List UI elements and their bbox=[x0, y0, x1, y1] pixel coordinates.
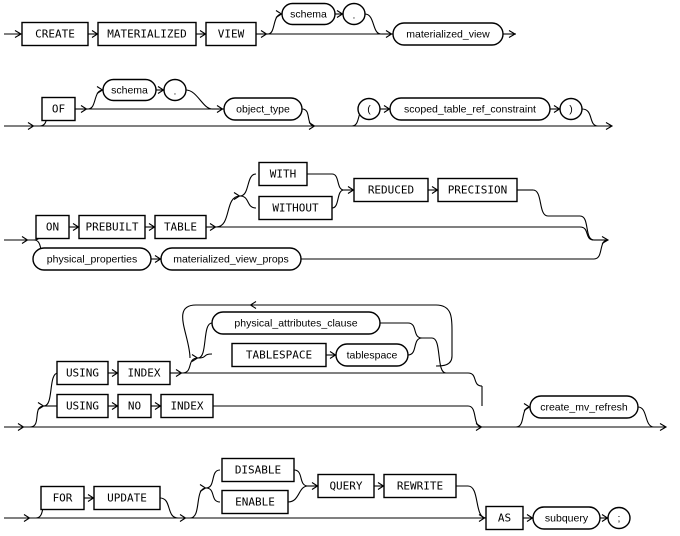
row4-pac-merge bbox=[407, 322, 423, 339]
row2-branch-up-schema bbox=[87, 89, 104, 110]
punct-semicolon-label: ; bbox=[618, 512, 621, 524]
row1-branch-up bbox=[267, 13, 283, 35]
row5-split-disable bbox=[205, 469, 221, 489]
row1-merge-down bbox=[364, 13, 382, 35]
terminal-prebuilt-label: PREBUILT bbox=[86, 221, 139, 234]
row5-branch-up-query bbox=[189, 487, 207, 519]
nonterminal-tablespace-label: tablespace bbox=[347, 349, 398, 361]
row3-lower-merge-up bbox=[593, 239, 609, 260]
punct-dot2-label: . bbox=[174, 85, 177, 97]
row4-index2-merge bbox=[467, 405, 483, 428]
terminal-reduced-label: REDUCED bbox=[368, 184, 414, 197]
row2-merge-down bbox=[185, 89, 213, 110]
terminal-using1-label: USING bbox=[66, 367, 99, 380]
row1-branch-arrow bbox=[275, 10, 283, 18]
terminal-index1-label: INDEX bbox=[127, 367, 160, 380]
terminal-as-label: AS bbox=[498, 512, 511, 525]
terminal-index2-label: INDEX bbox=[170, 400, 203, 413]
row4-branch-up-opt bbox=[181, 357, 199, 374]
nonterminal-subquery-label: subquery bbox=[545, 512, 589, 524]
row-4-group: USING INDEX USING NO INDEX physical_attr… bbox=[4, 301, 668, 431]
row-3-group: ON PREBUILT TABLE physical_properties ma… bbox=[4, 161, 610, 271]
terminal-tablespace-label: TABLESPACE bbox=[246, 349, 312, 362]
row4-refresh-merge bbox=[637, 406, 655, 428]
row2-schema-arrow bbox=[96, 86, 104, 94]
punct-dot-label: . bbox=[353, 9, 356, 21]
syntax-diagram-canvas: CREATE MATERIALIZED VIEW schema . materi… bbox=[0, 0, 680, 536]
terminal-enable-label: ENABLE bbox=[235, 496, 275, 509]
terminal-table-label: TABLE bbox=[164, 221, 197, 234]
row4-branch-up-refresh bbox=[515, 406, 531, 428]
terminal-using2-label: USING bbox=[66, 400, 99, 413]
terminal-on-label: ON bbox=[46, 221, 59, 234]
nonterminal-create-mv-refresh-label: create_mv_refresh bbox=[540, 401, 628, 413]
row5-disable-merge bbox=[293, 469, 309, 487]
nonterminal-materialized-view-props-label: materialized_view_props bbox=[173, 253, 289, 265]
row4-refresh-arrow bbox=[523, 403, 531, 411]
punct-rparen-label: ) bbox=[569, 103, 573, 115]
row2-objtype-merge-down bbox=[301, 108, 316, 127]
nonterminal-materialized-view-label: materialized_view bbox=[406, 28, 490, 40]
row4-split-up-using1 bbox=[43, 372, 59, 407]
row2-rparen-merge bbox=[581, 108, 599, 127]
row4-split-pac bbox=[197, 322, 213, 359]
terminal-query-label: QUERY bbox=[329, 480, 362, 493]
row3-branch-up-with bbox=[215, 195, 241, 228]
row-1-group: CREATE MATERIALIZED VIEW schema . materi… bbox=[4, 2, 517, 47]
row5-rewrite-merge bbox=[456, 485, 487, 519]
row4-opt-down bbox=[422, 337, 447, 374]
terminal-materialized-label: MATERIALIZED bbox=[107, 28, 186, 41]
row-5-group: FOR UPDATE DISABLE ENABLE QUERY REWRITE bbox=[4, 457, 631, 531]
row4-split-tablespace bbox=[197, 353, 213, 359]
nonterminal-schema2-label: schema bbox=[111, 84, 148, 96]
terminal-without-label: WITHOUT bbox=[272, 202, 319, 215]
terminal-of-label: OF bbox=[52, 103, 65, 116]
row5-split-enable bbox=[205, 487, 221, 503]
terminal-precision-label: PRECISION bbox=[448, 184, 508, 197]
terminal-for-label: FOR bbox=[53, 492, 73, 505]
row3-split-with bbox=[239, 173, 257, 197]
row5-query-arrow bbox=[199, 484, 207, 492]
terminal-disable-label: DISABLE bbox=[235, 464, 281, 477]
nonterminal-schema-label: schema bbox=[290, 8, 327, 20]
terminal-with-label: WITH bbox=[270, 168, 297, 181]
create-materialized-view-railroad-diagram: CREATE MATERIALIZED VIEW schema . materi… bbox=[4, 2, 668, 531]
row4-tablespace-merge bbox=[407, 337, 423, 356]
row4-branch-arrow bbox=[37, 402, 45, 410]
row3-precision-merge bbox=[532, 189, 595, 241]
terminal-update-label: UPDATE bbox=[107, 492, 147, 505]
row3-split-without bbox=[239, 195, 257, 209]
terminal-rewrite-label: REWRITE bbox=[397, 480, 443, 493]
row5-update-merge bbox=[159, 497, 179, 519]
nonterminal-scoped-table-ref-constraint-label: scoped_table_ref_constraint bbox=[404, 103, 536, 115]
row4-branch-up bbox=[29, 405, 45, 428]
terminal-create-label: CREATE bbox=[35, 28, 75, 41]
row5-enable-merge bbox=[287, 485, 309, 503]
row-2-group: OF schema . object_type (scoped_table_r… bbox=[4, 78, 614, 130]
punct-lparen-label: ( bbox=[367, 103, 371, 115]
terminal-view-label: VIEW bbox=[218, 28, 245, 41]
nonterminal-physical-attributes-clause-label: physical_attributes_clause bbox=[234, 317, 357, 329]
row3-without-merge bbox=[331, 189, 345, 209]
row4-index1-merge bbox=[467, 372, 483, 387]
terminal-no-label: NO bbox=[128, 400, 141, 413]
row3-with-merge bbox=[331, 173, 345, 191]
nonterminal-physical-properties-label: physical_properties bbox=[47, 253, 137, 265]
nonterminal-object-type-label: object_type bbox=[236, 103, 290, 115]
